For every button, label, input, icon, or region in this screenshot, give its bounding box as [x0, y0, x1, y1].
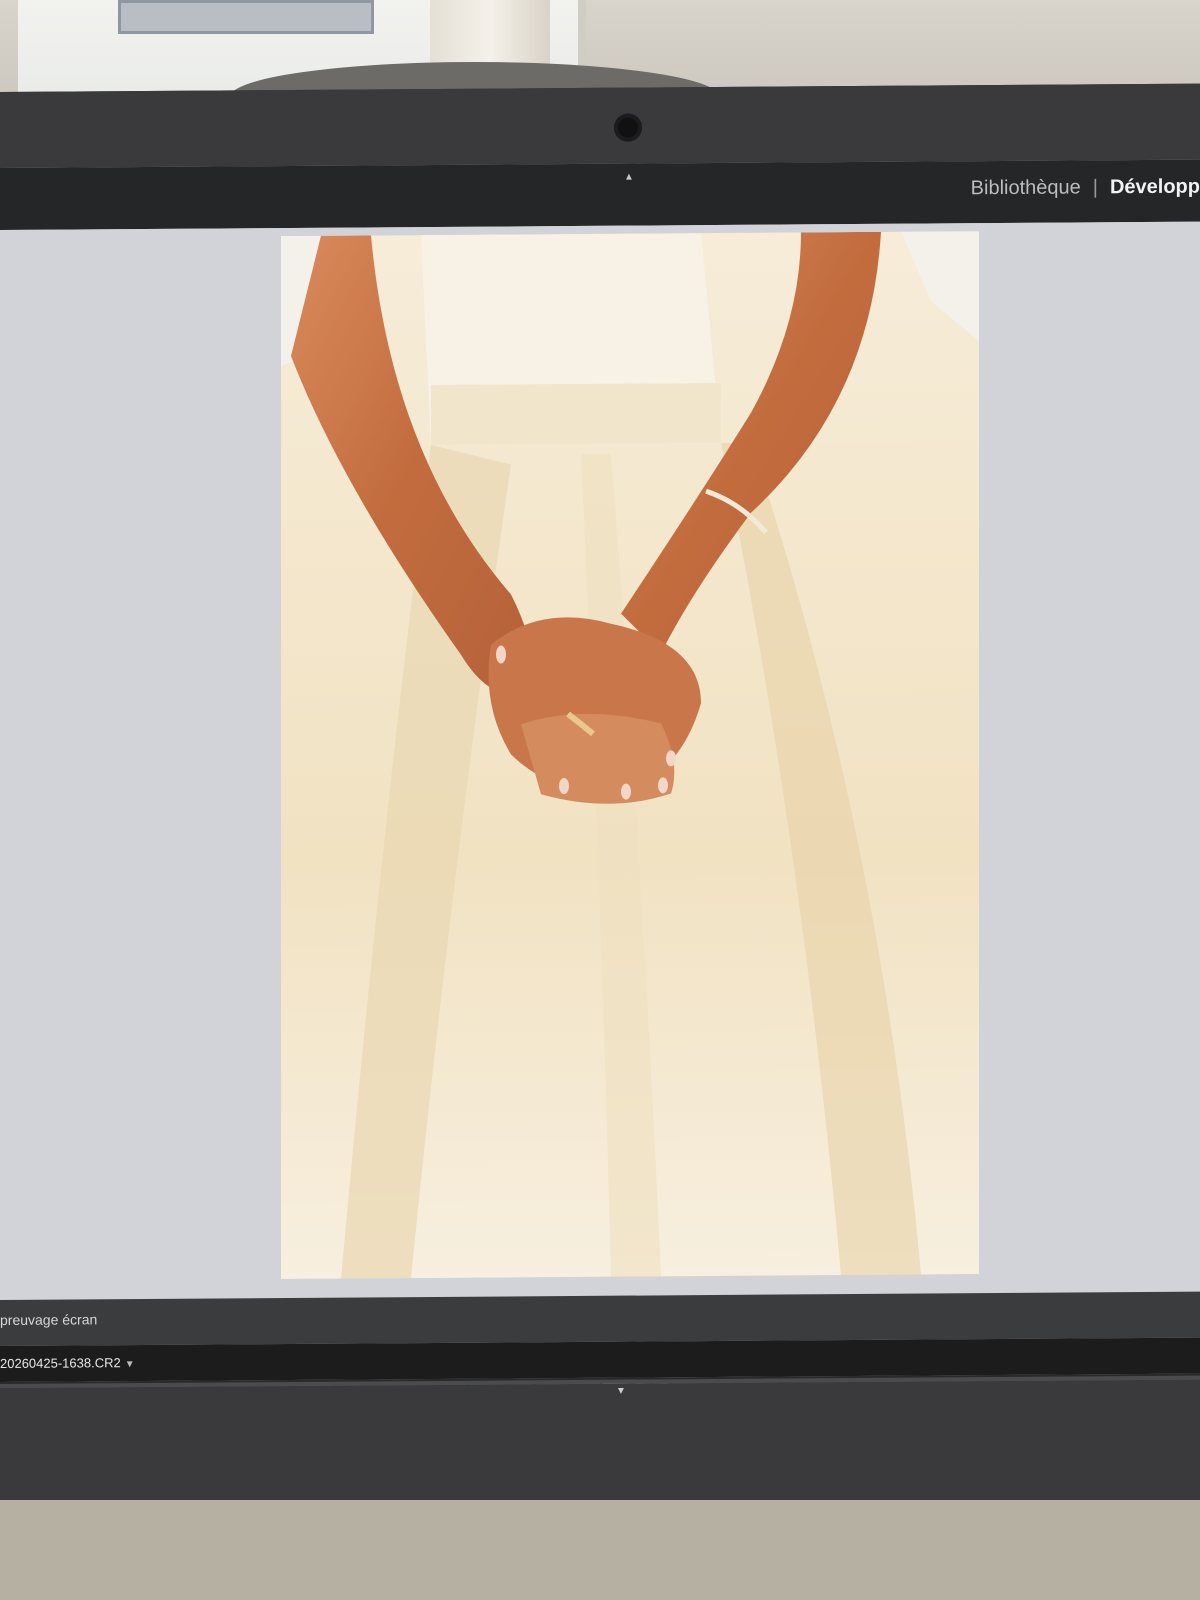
main-photo[interactable]: [281, 231, 979, 1280]
module-separator: |: [1092, 176, 1098, 199]
screen: ▲ Bibliothèque | Développ preuvage écran…: [0, 159, 1200, 1464]
module-picker: Bibliothèque | Développ: [971, 176, 1200, 201]
image-workarea: [0, 221, 1200, 1300]
filmstrip-filename[interactable]: 20260425-1638.CR2 ▼: [0, 1355, 135, 1371]
window-frame: [118, 0, 374, 34]
monitor-bezel-top: [0, 83, 1200, 168]
module-library[interactable]: Bibliothèque: [971, 176, 1081, 200]
module-bar: ▲ Bibliothèque | Développ: [0, 159, 1200, 230]
panel-toggle-top-icon[interactable]: ▲: [624, 172, 634, 183]
monitor: ▲ Bibliothèque | Développ preuvage écran…: [0, 83, 1200, 1600]
webcam-icon: [614, 113, 642, 142]
panel-toggle-bottom-icon[interactable]: ▼: [616, 1386, 626, 1397]
filename-text: 20260425-1638.CR2: [0, 1355, 121, 1371]
toolbar: preuvage écran: [0, 1291, 1200, 1346]
module-develop[interactable]: Développ: [1110, 176, 1200, 200]
desk: [0, 1500, 1200, 1600]
dropdown-arrow-icon: ▼: [124, 1359, 135, 1371]
photo-artwork: [281, 231, 979, 1280]
soft-proofing-label[interactable]: preuvage écran: [0, 1311, 97, 1328]
